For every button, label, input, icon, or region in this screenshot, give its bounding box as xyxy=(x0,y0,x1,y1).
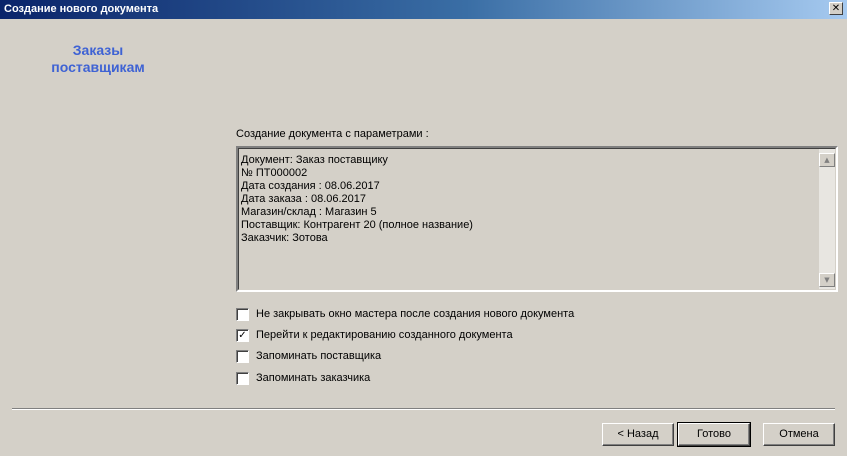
params-line: Поставщик: Контрагент 20 (полное названи… xyxy=(241,219,473,231)
params-line: Магазин/склад : Магазин 5 xyxy=(241,206,377,218)
params-label: Создание документа с параметрами : xyxy=(236,128,429,140)
close-icon: ✕ xyxy=(831,3,841,14)
title-bar: Создание нового документа ✕ xyxy=(0,0,847,19)
arrow-down-icon: ▼ xyxy=(824,276,830,284)
option-open-editor[interactable]: ✓ Перейти к редактированию созданного до… xyxy=(236,328,513,342)
finish-button[interactable]: Готово xyxy=(677,422,751,447)
params-line: № ПТ000002 xyxy=(241,167,308,179)
option-keep-wizard-open[interactable]: Не закрывать окно мастера после создания… xyxy=(236,307,574,321)
option-label: Запоминать поставщика xyxy=(256,350,382,362)
params-line: Дата создания : 08.06.2017 xyxy=(241,180,380,192)
params-line: Дата заказа : 08.06.2017 xyxy=(241,193,367,205)
checkbox[interactable]: ✓ xyxy=(236,328,249,342)
wizard-section-title-line2: поставщикам xyxy=(51,59,145,75)
scroll-up-button[interactable]: ▲ xyxy=(819,153,835,167)
option-remember-supplier[interactable]: Запоминать поставщика xyxy=(236,349,381,363)
close-button[interactable]: ✕ xyxy=(829,2,843,15)
vertical-scrollbar[interactable]: ▲ ▼ xyxy=(819,149,835,289)
checkbox[interactable] xyxy=(236,349,249,363)
back-button[interactable]: < Назад xyxy=(602,423,674,446)
checkbox[interactable] xyxy=(236,371,249,385)
checkbox[interactable] xyxy=(236,307,249,321)
window-title: Создание нового документа xyxy=(4,3,159,15)
option-label: Запоминать заказчика xyxy=(256,372,371,384)
params-line: Документ: Заказ поставщику xyxy=(241,154,388,166)
separator xyxy=(12,408,835,410)
wizard-section-title-line1: Заказы xyxy=(72,42,124,58)
params-line: Заказчик: Зотова xyxy=(241,232,328,244)
wizard-section-title: Заказы поставщикам xyxy=(18,42,178,76)
option-label: Перейти к редактированию созданного доку… xyxy=(256,329,513,341)
cancel-button[interactable]: Отмена xyxy=(763,423,835,446)
arrow-up-icon: ▲ xyxy=(824,156,830,164)
scroll-down-button[interactable]: ▼ xyxy=(819,273,835,287)
params-text: Документ: Заказ поставщику № ПТ000002 Да… xyxy=(241,154,473,245)
option-remember-customer[interactable]: Запоминать заказчика xyxy=(236,371,370,385)
params-textbox[interactable]: Документ: Заказ поставщику № ПТ000002 Да… xyxy=(236,146,838,292)
option-label: Не закрывать окно мастера после создания… xyxy=(256,308,575,320)
